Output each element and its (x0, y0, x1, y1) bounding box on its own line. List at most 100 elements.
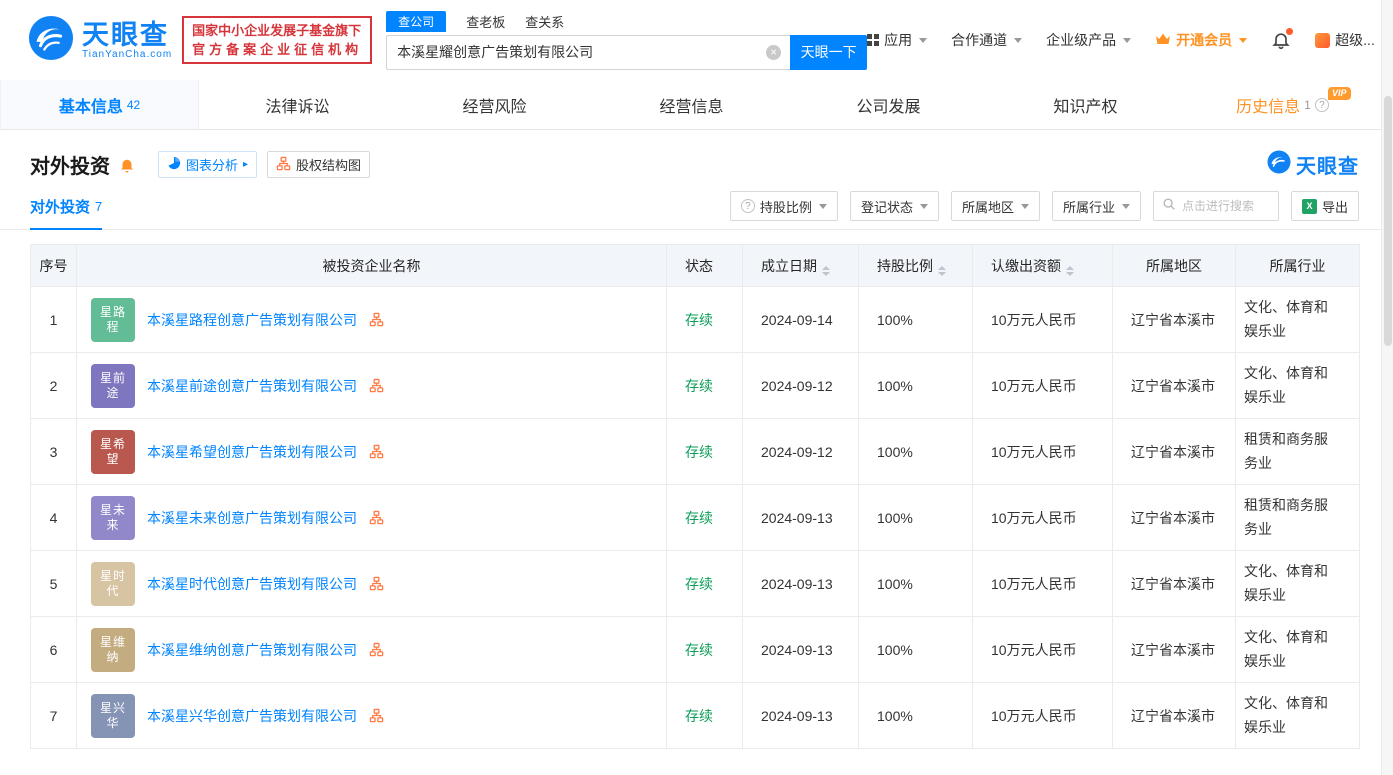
menu-open-vip[interactable]: 开通会员 (1155, 30, 1248, 50)
tab-operation-info[interactable]: 经营信息 (593, 80, 790, 129)
row-holding-ratio: 100% (858, 418, 973, 485)
scrollbar-thumb[interactable] (1384, 96, 1392, 346)
col-subscribed-capital-label: 认缴出资额 (991, 257, 1061, 274)
tab-intellectual-property[interactable]: 知识产权 (987, 80, 1184, 129)
row-holding-ratio: 100% (858, 616, 973, 683)
tab-company-development-label: 公司发展 (856, 98, 921, 116)
chart-analysis-button[interactable]: 图表分析 ▸ (158, 151, 258, 178)
subtab-outbound-investment[interactable]: 对外投资 7 (30, 196, 103, 230)
row-region: 辽宁省本溪市 (1112, 286, 1236, 353)
row-region: 辽宁省本溪市 (1112, 418, 1236, 485)
filter-registration-status[interactable]: 登记状态 (849, 191, 939, 221)
row-serial: 3 (30, 418, 77, 485)
clear-input-icon[interactable]: × (766, 44, 782, 60)
filter-region[interactable]: 所属地区 (950, 191, 1040, 221)
menu-open-vip-label: 开通会员 (1176, 32, 1233, 48)
company-avatar[interactable]: 星希望 (91, 429, 135, 474)
tab-legal-litigation-label: 法律诉讼 (265, 98, 330, 116)
row-holding-ratio: 100% (858, 550, 973, 617)
row-established-date: 2024-09-13 (742, 682, 859, 749)
search-tab-boss[interactable]: 查老板 (466, 12, 505, 31)
row-established-date: 2024-09-13 (742, 484, 859, 551)
col-established-date[interactable]: 成立日期 (742, 244, 859, 287)
col-subscribed-capital[interactable]: 认缴出资额 (972, 244, 1113, 287)
tab-history-info[interactable]: VIP 历史信息 1 ? (1184, 80, 1381, 129)
chevron-down-icon (1239, 37, 1248, 43)
subtab-filter-row: 对外投资 7 ? 持股比例 登记状态 所属地区 所属行业 点击进行搜索 X 导出 (0, 191, 1381, 230)
table-row: 5 星时代 本溪星时代创意广告策划有限公司 存续 2024-09-13 100%… (30, 550, 1360, 617)
company-avatar[interactable]: 星未来 (91, 495, 135, 540)
excel-icon: X (1301, 198, 1317, 214)
company-avatar[interactable]: 星维纳 (91, 627, 135, 672)
filter-holding-ratio[interactable]: ? 持股比例 (729, 191, 838, 221)
company-name-link[interactable]: 本溪星时代创意广告策划有限公司 (147, 574, 357, 594)
chevron-right-icon: ▸ (243, 159, 249, 170)
search-tab-relation[interactable]: 查关系 (525, 12, 564, 31)
tab-legal-litigation[interactable]: 法律诉讼 (199, 80, 396, 129)
menu-cooperation[interactable]: 合作通道 (951, 30, 1023, 50)
notification-bell[interactable] (1271, 28, 1294, 50)
col-status: 状态 (666, 244, 743, 287)
equity-structure-button[interactable]: 股权结构图 (267, 151, 371, 178)
col-company-name: 被投资企业名称 (76, 244, 667, 287)
sort-icon[interactable] (1066, 265, 1074, 276)
company-avatar[interactable]: 星时代 (91, 561, 135, 606)
col-holding-ratio[interactable]: 持股比例 (858, 244, 973, 287)
row-industry: 文化、体育和娱乐业 (1235, 286, 1360, 353)
table-row: 4 星未来 本溪星未来创意广告策划有限公司 存续 2024-09-13 100%… (30, 484, 1360, 551)
tab-basic-info[interactable]: 基本信息 42 (0, 80, 199, 129)
tab-company-development[interactable]: 公司发展 (790, 80, 987, 129)
brand-logo[interactable]: 天眼查 TianYanCha.com (28, 15, 172, 66)
search-tab-company[interactable]: 查公司 (386, 11, 447, 32)
row-subscribed-capital: 10万元人民币 (972, 418, 1113, 485)
company-name-link[interactable]: 本溪星维纳创意广告策划有限公司 (147, 640, 357, 660)
row-status: 存续 (666, 682, 743, 749)
company-name-link[interactable]: 本溪星未来创意广告策划有限公司 (147, 508, 357, 528)
row-serial: 4 (30, 484, 77, 551)
equity-chart-icon[interactable] (369, 708, 384, 723)
company-avatar[interactable]: 星路程 (91, 297, 135, 342)
row-holding-ratio: 100% (858, 484, 973, 551)
search-submit-button[interactable]: 天眼一下 (790, 34, 868, 70)
menu-super-vip-label: 超级... (1335, 32, 1375, 48)
equity-chart-icon[interactable] (369, 576, 384, 591)
sort-icon[interactable] (822, 265, 830, 276)
row-industry: 文化、体育和娱乐业 (1235, 550, 1360, 617)
table-search-input[interactable] (1181, 199, 1272, 213)
equity-chart-icon[interactable] (369, 312, 384, 327)
menu-apps-label: 应用 (884, 32, 913, 48)
company-search-input[interactable] (386, 34, 791, 70)
menu-apps[interactable]: 应用 (867, 30, 928, 50)
table-row: 3 星希望 本溪星希望创意广告策划有限公司 存续 2024-09-12 100%… (30, 418, 1360, 485)
equity-chart-icon[interactable] (369, 510, 384, 525)
page-scrollbar[interactable] (1381, 0, 1393, 775)
help-question-icon[interactable]: ? (1314, 97, 1329, 112)
equity-chart-icon[interactable] (369, 444, 384, 459)
row-subscribed-capital: 10万元人民币 (972, 682, 1113, 749)
menu-enterprise[interactable]: 企业级产品 (1046, 30, 1132, 50)
row-region: 辽宁省本溪市 (1112, 484, 1236, 551)
row-company-cell: 星前途 本溪星前途创意广告策划有限公司 (76, 352, 667, 419)
company-avatar[interactable]: 星兴华 (91, 693, 135, 738)
sort-icon[interactable] (938, 265, 946, 276)
monitor-bell-icon[interactable] (118, 156, 136, 174)
company-name-link[interactable]: 本溪星兴华创意广告策划有限公司 (147, 706, 357, 726)
table-search-box[interactable] (1152, 191, 1279, 221)
table-row: 7 星兴华 本溪星兴华创意广告策划有限公司 存续 2024-09-13 100%… (30, 682, 1360, 749)
menu-super-vip[interactable]: 超级... (1315, 30, 1375, 50)
equity-chart-icon[interactable] (369, 378, 384, 393)
tab-operation-risk[interactable]: 经营风险 (396, 80, 593, 129)
investment-table-header: 序号 被投资企业名称 状态 成立日期 持股比例 认缴出资额 所属地区 所属行业 (30, 244, 1360, 287)
filter-industry[interactable]: 所属行业 (1051, 191, 1141, 221)
row-holding-ratio: 100% (858, 286, 973, 353)
col-industry: 所属行业 (1235, 244, 1360, 287)
company-name-link[interactable]: 本溪星希望创意广告策划有限公司 (147, 442, 357, 462)
row-industry: 租赁和商务服务业 (1235, 418, 1360, 485)
export-button[interactable]: X 导出 (1290, 191, 1359, 221)
company-name-link[interactable]: 本溪星前途创意广告策划有限公司 (147, 376, 357, 396)
equity-chart-icon[interactable] (369, 642, 384, 657)
company-avatar[interactable]: 星前途 (91, 363, 135, 408)
company-name-link[interactable]: 本溪星路程创意广告策划有限公司 (147, 310, 357, 330)
row-industry: 文化、体育和娱乐业 (1235, 616, 1360, 683)
content-column: 天眼查 TianYanCha.com 国家中小企业发展子基金旗下 官方备案企业征… (0, 0, 1381, 775)
